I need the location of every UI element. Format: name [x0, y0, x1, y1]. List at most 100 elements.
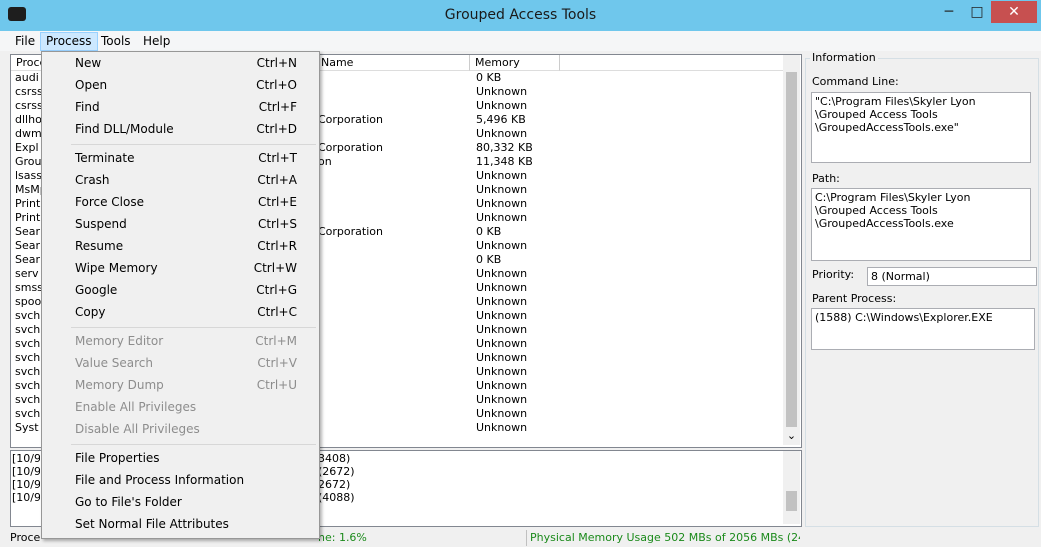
menu-file[interactable]: File — [10, 32, 40, 51]
table-row-name[interactable] — [318, 253, 468, 267]
table-row-process[interactable]: svch — [15, 379, 43, 393]
table-row-memory[interactable]: Unknown — [476, 267, 558, 281]
table-row-memory[interactable]: 80,332 KB — [476, 141, 558, 155]
menu-item-new[interactable]: New — [75, 52, 101, 74]
table-row-name[interactable] — [318, 323, 468, 337]
log-scrollbar[interactable] — [783, 451, 800, 524]
table-row-name[interactable] — [318, 127, 468, 141]
process-list-scroll-thumb[interactable] — [786, 72, 797, 427]
priority-field[interactable]: 8 (Normal) — [867, 267, 1037, 286]
table-row-process[interactable]: Sear — [15, 225, 43, 239]
table-row-name[interactable] — [318, 379, 468, 393]
menu-process[interactable]: Process — [40, 32, 98, 51]
menu-item-file-and-process-information[interactable]: File and Process Information — [75, 469, 244, 491]
table-row-name[interactable]: Corporation — [318, 141, 468, 155]
table-row-name[interactable] — [318, 351, 468, 365]
table-row-process[interactable]: svch — [15, 351, 43, 365]
menu-item-wipe-memory[interactable]: Wipe Memory — [75, 257, 158, 279]
table-row-name[interactable] — [318, 365, 468, 379]
table-row-memory[interactable]: Unknown — [476, 169, 558, 183]
table-row-name[interactable] — [318, 211, 468, 225]
table-row-process[interactable]: Sear — [15, 253, 43, 267]
table-row-memory[interactable]: Unknown — [476, 393, 558, 407]
table-row-name[interactable] — [318, 71, 468, 85]
table-row-process[interactable]: csrss — [15, 99, 43, 113]
menu-item-memory-dump[interactable]: Memory Dump — [75, 374, 164, 396]
menu-item-enable-all-privileges[interactable]: Enable All Privileges — [75, 396, 196, 418]
menu-item-go-to-file-s-folder[interactable]: Go to File's Folder — [75, 491, 182, 513]
table-row-process[interactable]: lsass — [15, 169, 43, 183]
table-row-process[interactable]: svch — [15, 407, 43, 421]
table-row-name[interactable]: Corporation — [318, 225, 468, 239]
table-row-memory[interactable]: Unknown — [476, 127, 558, 141]
table-row-memory[interactable]: Unknown — [476, 183, 558, 197]
table-row-memory[interactable]: Unknown — [476, 421, 558, 435]
table-row-name[interactable] — [318, 281, 468, 295]
table-row-name[interactable] — [318, 337, 468, 351]
table-row-name[interactable] — [318, 197, 468, 211]
table-row-name[interactable] — [318, 407, 468, 421]
column-header-name[interactable]: Name — [316, 55, 470, 71]
table-row-process[interactable]: spoo — [15, 295, 43, 309]
menu-item-find-dll-module[interactable]: Find DLL/Module — [75, 118, 174, 140]
table-row-process[interactable]: svch — [15, 337, 43, 351]
path-field[interactable]: C:\Program Files\Skyler Lyon \Grouped Ac… — [811, 188, 1031, 261]
menu-item-file-properties[interactable]: File Properties — [75, 447, 160, 469]
menu-item-terminate[interactable]: Terminate — [75, 147, 134, 169]
scroll-down-icon[interactable]: ⌄ — [783, 429, 800, 443]
table-row-process[interactable]: Expl — [15, 141, 43, 155]
table-row-memory[interactable]: Unknown — [476, 281, 558, 295]
table-row-name[interactable] — [318, 267, 468, 281]
table-row-memory[interactable]: Unknown — [476, 99, 558, 113]
table-row-name[interactable]: on — [318, 155, 468, 169]
table-row-process[interactable]: Sear — [15, 239, 43, 253]
table-row-process[interactable]: svch — [15, 309, 43, 323]
menu-item-force-close[interactable]: Force Close — [75, 191, 144, 213]
table-row-name[interactable] — [318, 169, 468, 183]
menu-item-value-search[interactable]: Value Search — [75, 352, 153, 374]
menu-help[interactable]: Help — [138, 32, 175, 51]
menu-item-crash[interactable]: Crash — [75, 169, 110, 191]
table-row-name[interactable] — [318, 295, 468, 309]
minimize-button[interactable]: ─ — [935, 1, 963, 23]
table-row-process[interactable]: dllho — [15, 113, 43, 127]
parent-process-field[interactable]: (1588) C:\Windows\Explorer.EXE — [811, 308, 1035, 350]
menu-item-resume[interactable]: Resume — [75, 235, 123, 257]
menu-item-disable-all-privileges[interactable]: Disable All Privileges — [75, 418, 200, 440]
table-row-process[interactable]: csrss — [15, 85, 43, 99]
table-row-name[interactable]: Corporation — [318, 113, 468, 127]
menu-item-memory-editor[interactable]: Memory Editor — [75, 330, 163, 352]
command-line-field[interactable]: "C:\Program Files\Skyler Lyon \Grouped A… — [811, 92, 1031, 163]
table-row-memory[interactable]: Unknown — [476, 211, 558, 225]
maximize-button[interactable]: □ — [963, 1, 991, 23]
table-row-process[interactable]: Syst — [15, 421, 43, 435]
table-row-memory[interactable]: 0 KB — [476, 225, 558, 239]
table-row-process[interactable]: svch — [15, 323, 43, 337]
table-row-memory[interactable]: Unknown — [476, 379, 558, 393]
table-row-name[interactable] — [318, 309, 468, 323]
table-row-memory[interactable]: Unknown — [476, 365, 558, 379]
table-row-memory[interactable]: Unknown — [476, 295, 558, 309]
menu-item-google[interactable]: Google — [75, 279, 117, 301]
table-row-process[interactable]: smss — [15, 281, 43, 295]
menu-item-set-normal-file-attributes[interactable]: Set Normal File Attributes — [75, 513, 229, 535]
table-row-memory[interactable]: Unknown — [476, 323, 558, 337]
column-header-memory[interactable]: Memory — [470, 55, 560, 71]
table-row-process[interactable]: dwm — [15, 127, 43, 141]
table-row-memory[interactable]: Unknown — [476, 197, 558, 211]
table-row-memory[interactable]: Unknown — [476, 309, 558, 323]
table-row-process[interactable]: audi — [15, 71, 43, 85]
table-row-memory[interactable]: Unknown — [476, 337, 558, 351]
table-row-memory[interactable]: Unknown — [476, 239, 558, 253]
close-button[interactable]: ✕ — [991, 1, 1037, 23]
table-row-process[interactable]: svch — [15, 393, 43, 407]
table-row-process[interactable]: MsMp — [15, 183, 43, 197]
menu-item-suspend[interactable]: Suspend — [75, 213, 127, 235]
table-row-memory[interactable]: 0 KB — [476, 253, 558, 267]
menu-tools[interactable]: Tools — [96, 32, 136, 51]
table-row-memory[interactable]: Unknown — [476, 85, 558, 99]
table-row-memory[interactable]: Unknown — [476, 351, 558, 365]
table-row-memory[interactable]: Unknown — [476, 407, 558, 421]
table-row-name[interactable] — [318, 99, 468, 113]
menu-item-find[interactable]: Find — [75, 96, 100, 118]
